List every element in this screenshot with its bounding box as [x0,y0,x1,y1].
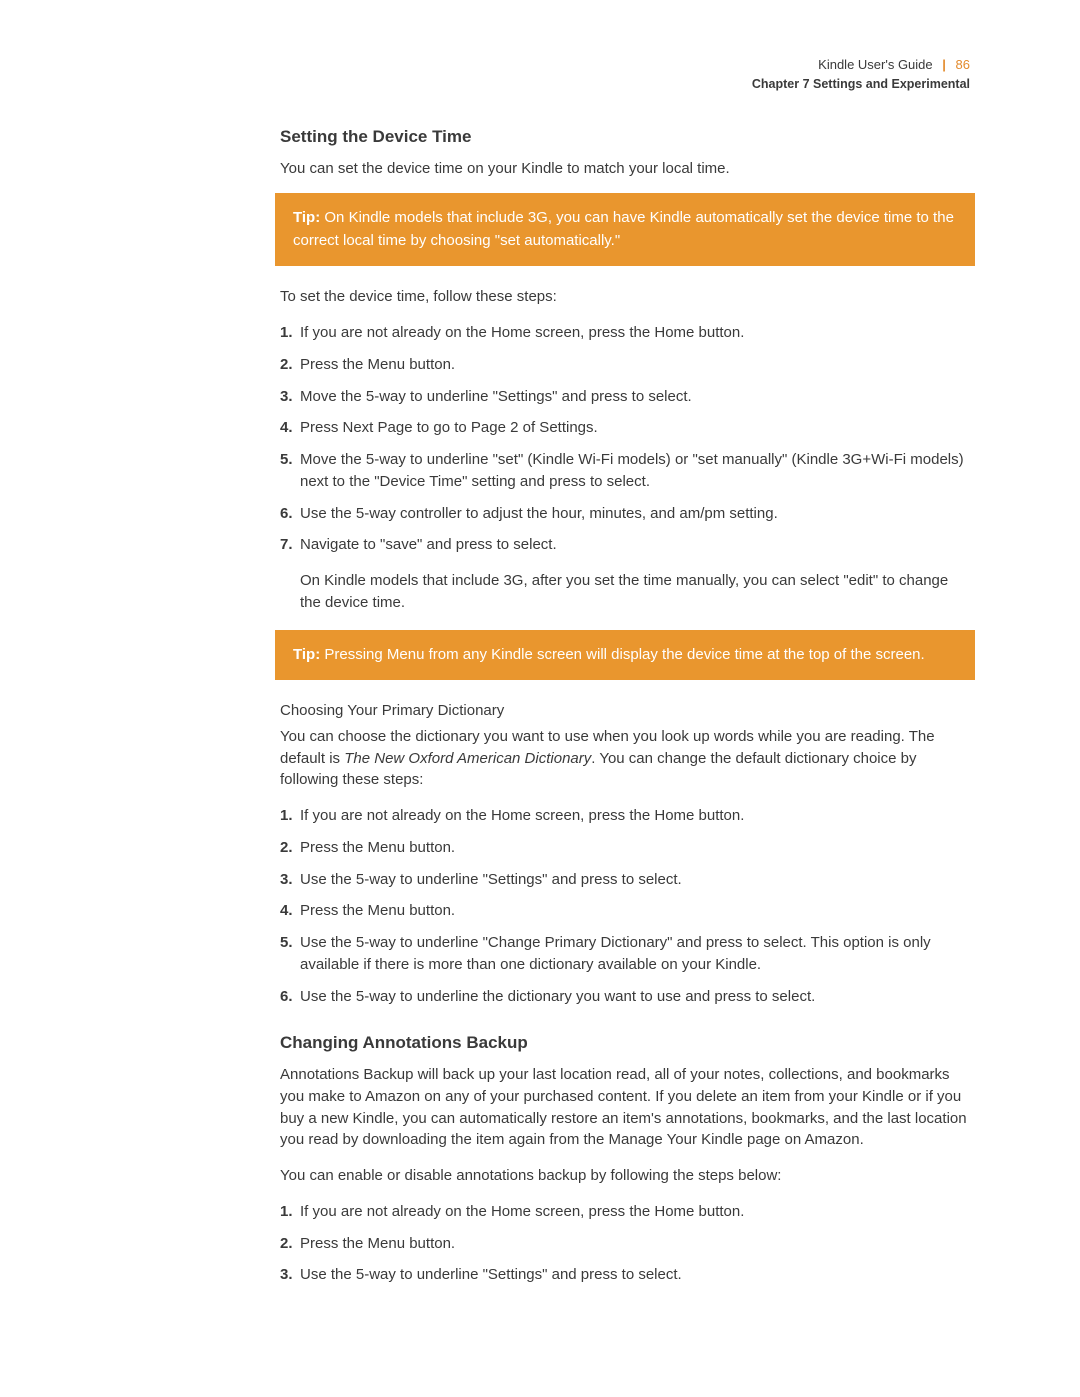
tip-body: Pressing Menu from any Kindle screen wil… [320,646,924,663]
list-item: Move the 5-way to underline "Settings" a… [280,386,970,408]
list-item: Move the 5-way to underline "set" (Kindl… [280,449,970,493]
list-item: Use the 5-way to underline "Change Prima… [280,932,970,976]
list-item: If you are not already on the Home scree… [280,1201,970,1223]
list-item: Navigate to "save" and press to select. [280,534,970,556]
list-item: Press the Menu button. [280,900,970,922]
device-time-steps: If you are not already on the Home scree… [280,322,970,556]
annotations-p2: You can enable or disable annotations ba… [280,1165,970,1187]
list-item: Use the 5-way controller to adjust the h… [280,503,970,525]
device-time-lead: To set the device time, follow these ste… [280,286,970,308]
device-time-intro: You can set the device time on your Kind… [280,158,970,180]
heading-annotations-backup: Changing Annotations Backup [280,1031,970,1056]
page-number: 86 [956,57,970,72]
guide-title: Kindle User's Guide [818,57,932,72]
tip-label: Tip: [293,209,320,226]
list-item: If you are not already on the Home scree… [280,322,970,344]
list-item: Use the 5-way to underline "Settings" an… [280,1264,970,1286]
tip-box-3g-auto: Tip: On Kindle models that include 3G, y… [275,193,975,266]
chapter-title: Chapter 7 Settings and Experimental [280,75,970,93]
list-item: Use the 5-way to underline the dictionar… [280,986,970,1008]
list-item: Use the 5-way to underline "Settings" an… [280,869,970,891]
annotations-p1: Annotations Backup will back up your las… [280,1064,970,1151]
annotations-steps: If you are not already on the Home scree… [280,1201,970,1286]
dictionary-default-name: The New Oxford American Dictionary [344,750,591,767]
device-time-note: On Kindle models that include 3G, after … [300,570,970,614]
list-item: Press the Menu button. [280,837,970,859]
tip-label: Tip: [293,646,320,663]
dictionary-steps: If you are not already on the Home scree… [280,805,970,1007]
list-item: Press the Menu button. [280,1233,970,1255]
tip-box-menu-time: Tip: Pressing Menu from any Kindle scree… [275,630,975,681]
list-item: If you are not already on the Home scree… [280,805,970,827]
tip-body: On Kindle models that include 3G, you ca… [293,209,954,249]
running-header: Kindle User's Guide | 86 Chapter 7 Setti… [280,56,970,93]
heading-primary-dictionary: Choosing Your Primary Dictionary [280,700,970,722]
document-page: Kindle User's Guide | 86 Chapter 7 Setti… [0,0,1080,1397]
list-item: Press Next Page to go to Page 2 of Setti… [280,417,970,439]
heading-device-time: Setting the Device Time [280,125,970,150]
list-item: Press the Menu button. [280,354,970,376]
dictionary-intro: You can choose the dictionary you want t… [280,726,970,791]
header-separator: | [936,57,952,72]
